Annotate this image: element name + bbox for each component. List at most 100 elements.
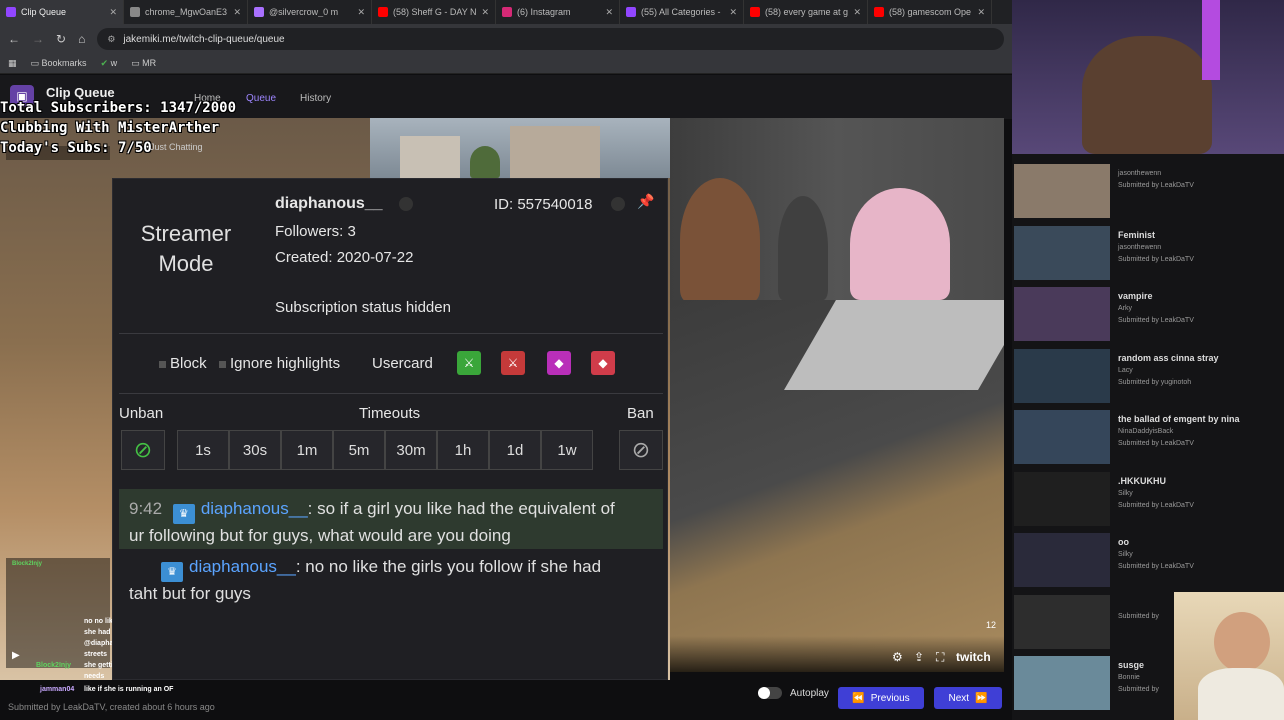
site-info-icon[interactable]: ⚙ (107, 34, 115, 45)
clip-queue-item[interactable]: Feminist jasonthewenn Submitted by LeakDaT… (1012, 224, 1284, 282)
clip-queue-item[interactable]: random ass cinna stray Lacy Submitted by y… (1012, 347, 1284, 405)
browser-tab[interactable]: (58) gamescom Ope ✕ (868, 0, 992, 24)
nav-history[interactable]: History (300, 93, 331, 104)
timeout-button[interactable]: 1s (177, 430, 229, 470)
copy-name-icon[interactable] (399, 197, 413, 211)
block-checkbox[interactable]: Block (159, 355, 207, 372)
clip-author: Lacy (1118, 366, 1133, 374)
clip-thumbnail (1014, 410, 1110, 464)
reload-icon[interactable]: ↻ (56, 32, 66, 46)
total-subs-overlay: Total Subscribers: 1347/2000 (0, 100, 237, 116)
timeout-button[interactable]: 30s (229, 430, 281, 470)
tab-favicon-icon (626, 7, 636, 17)
pin-icon[interactable]: 📌 (637, 193, 654, 210)
tab-favicon-icon (750, 7, 760, 17)
browser-tabbar: Clip Queue ✕ chrome_MgwOanE3 ✕ @silvercrow_0… (0, 0, 1012, 24)
chat-message: 9:42 ♛ diaphanous__: so if a girl you lik… (129, 499, 615, 545)
back-icon[interactable]: ← (8, 32, 20, 46)
tab-favicon-icon (874, 7, 884, 17)
timeout-button[interactable]: 1h (437, 430, 489, 470)
sidewalk-shape (784, 300, 1004, 390)
tab-label: (58) gamescom Ope (889, 7, 972, 17)
person-middle (778, 196, 828, 300)
clip-author: jasonthewenn (1118, 170, 1162, 177)
home-icon[interactable]: ⌂ (78, 32, 85, 46)
clip-title: vampire (1118, 291, 1153, 301)
clip-title: susge (1118, 660, 1145, 670)
tab-label: (58) Sheff G - DAY N (393, 7, 477, 17)
settings-icon[interactable]: ⚙ (892, 650, 903, 664)
next-button[interactable]: Next ⏩ (934, 687, 1002, 709)
timeout-button[interactable]: 1m (281, 430, 333, 470)
vip-diamond-icon[interactable]: ◆ (547, 351, 571, 375)
clip-queue-item[interactable]: jasonthewenn Submitted by LeakDaTV (1012, 162, 1284, 220)
streamer-webcam (1012, 0, 1284, 154)
timeout-button[interactable]: 1d (489, 430, 541, 470)
checkbox-box[interactable] (159, 361, 166, 368)
unban-icon: ⊘ (133, 437, 153, 462)
clip-submitter: Submitted by LeakDaTV (1118, 440, 1194, 447)
bookmark-item[interactable]: ▭ Bookmarks (31, 58, 87, 69)
autoplay-toggle[interactable] (758, 687, 782, 699)
browser-tab[interactable]: Clip Queue ✕ (0, 0, 124, 24)
timeout-button[interactable]: 30m (385, 430, 437, 470)
browser-tab[interactable]: @silvercrow_0 m ✕ (248, 0, 372, 24)
timeout-button[interactable]: 5m (333, 430, 385, 470)
clip-title: oo (1118, 537, 1129, 547)
clip-queue-item[interactable]: oo Silky Submitted by LeakDaTV (1012, 531, 1284, 589)
nav-queue[interactable]: Queue (246, 93, 276, 104)
tab-close-icon[interactable]: ✕ (853, 7, 861, 18)
ban-button[interactable]: ⊘ (619, 430, 663, 470)
checkbox-box[interactable] (219, 361, 226, 368)
clip-queue-item[interactable]: the ballad of emgent by nina NinaDaddyisB… (1012, 408, 1284, 466)
browser-tab[interactable]: (55) All Categories - ✕ (620, 0, 744, 24)
bookmark-item[interactable]: ✔ w (101, 58, 118, 69)
unban-button[interactable]: ⊘ (121, 430, 165, 470)
copy-id-icon[interactable] (611, 197, 625, 211)
url-input[interactable]: ⚙ jakemiki.me/twitch-clip-queue/queue (97, 28, 1004, 50)
previous-button[interactable]: ⏪ Previous (838, 687, 924, 709)
submitted-line: Submitted by LeakDaTV, created about 6 h… (8, 702, 215, 712)
usercard-link[interactable]: Usercard (372, 355, 433, 372)
clip-thumbnail (1014, 533, 1110, 587)
message-time: 9:42 (129, 499, 163, 518)
timeout-buttons: 1s 30s 1m 5m 30m 1h 1d 1w (177, 430, 593, 470)
play-icon[interactable]: ▶ (12, 650, 20, 661)
tab-close-icon[interactable]: ✕ (605, 7, 613, 18)
message-username[interactable]: diaphanous__ (201, 499, 308, 518)
timeout-button[interactable]: 1w (541, 430, 593, 470)
chat-user: jamman04 (40, 686, 75, 693)
share-icon[interactable]: ⇪ (914, 650, 924, 664)
tab-close-icon[interactable]: ✕ (109, 7, 117, 18)
mod-sword-icon[interactable]: ⚔ (457, 351, 481, 375)
tab-close-icon[interactable]: ✕ (729, 7, 737, 18)
tab-close-icon[interactable]: ✕ (233, 7, 241, 18)
clip-title: .HKKUKHU (1118, 475, 1166, 486)
message-username[interactable]: diaphanous__ (189, 557, 296, 576)
crown-badge-icon: ♛ (172, 504, 195, 524)
clip-author: Bonnie (1118, 674, 1140, 681)
unmod-sword-icon[interactable]: ⚔ (501, 351, 525, 375)
clip-title: Feminist (1118, 229, 1156, 240)
tab-close-icon[interactable]: ✕ (481, 7, 489, 18)
clip-queue-item[interactable]: vampire Arky Submitted by LeakDaTV (1012, 285, 1284, 343)
ignore-highlights-checkbox[interactable]: Ignore highlights (219, 355, 340, 372)
clip-player[interactable]: 12 ⚙ ⇪ ⛶ twitch (670, 118, 1004, 672)
usercard-username[interactable]: diaphanous__ (275, 195, 383, 213)
browser-tab[interactable]: (6) Instagram ✕ (496, 0, 620, 24)
clip-road-scene (670, 300, 1004, 672)
rewind-icon: ⏪ (852, 692, 865, 704)
browser-tab[interactable]: chrome_MgwOanE3 ✕ (124, 0, 248, 24)
clip-submitter: Submitted by LeakDaTV (1118, 317, 1194, 324)
fullscreen-icon[interactable]: ⛶ (936, 650, 944, 665)
bookmark-item[interactable]: ▭ MR (131, 58, 156, 69)
tab-close-icon[interactable]: ✕ (977, 7, 985, 18)
tab-close-icon[interactable]: ✕ (357, 7, 365, 18)
browser-tab[interactable]: (58) every game at g ✕ (744, 0, 868, 24)
forward-icon[interactable]: → (32, 32, 44, 46)
browser-tab[interactable]: (58) Sheff G - DAY N ✕ (372, 0, 496, 24)
unvip-diamond-icon[interactable]: ◆ (591, 351, 615, 375)
apps-grid-icon[interactable]: ▦ (8, 58, 17, 69)
tab-favicon-icon (254, 7, 264, 17)
clip-queue-item[interactable]: .HKKUKHU Silky Submitted by LeakDaTV (1012, 470, 1284, 528)
